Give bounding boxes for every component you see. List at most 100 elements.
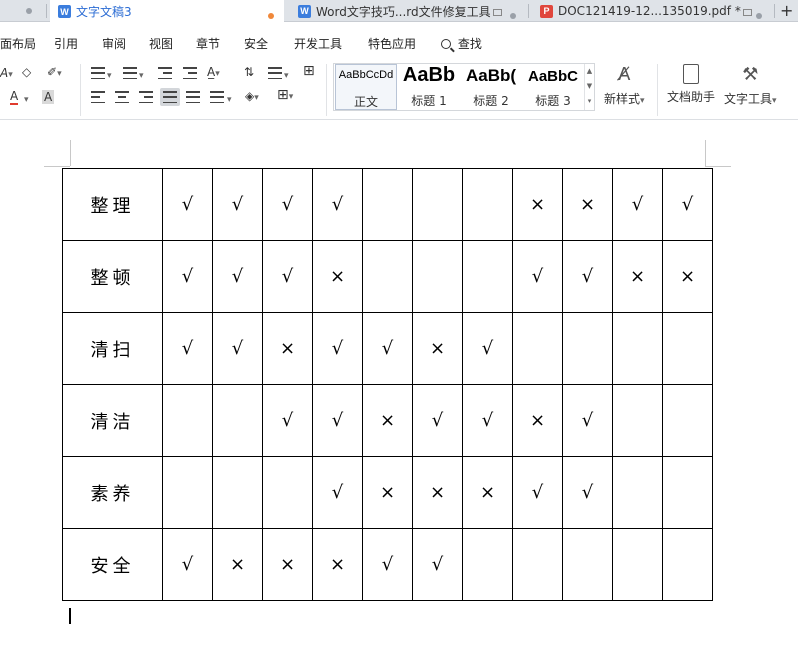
menu-review[interactable]: 审阅 — [102, 35, 126, 52]
new-tab-button[interactable]: + — [780, 1, 793, 20]
new-style-button[interactable]: A̸ 新样式▾ — [604, 64, 645, 107]
shading-fill-icon[interactable]: ◈▾ — [245, 89, 259, 105]
table-cell[interactable]: √ — [162, 240, 213, 313]
table-cell[interactable]: × — [312, 240, 363, 313]
table-cell[interactable]: √ — [212, 240, 263, 313]
table-cell[interactable] — [412, 168, 463, 241]
table-cell[interactable]: × — [412, 456, 463, 529]
table-cell[interactable]: √ — [362, 528, 413, 601]
table-cell[interactable] — [462, 240, 513, 313]
table-cell[interactable]: √ — [462, 312, 513, 385]
table-cell[interactable] — [212, 384, 263, 457]
unsaved-dot-icon[interactable] — [268, 13, 274, 19]
table-cell[interactable]: √ — [562, 456, 613, 529]
close-dot-icon[interactable] — [510, 13, 516, 19]
table-cell[interactable]: × — [662, 240, 713, 313]
table-cell[interactable]: √ — [612, 168, 663, 241]
table-cell[interactable]: √ — [562, 240, 613, 313]
table-cell[interactable] — [662, 384, 713, 457]
table-cell[interactable] — [412, 240, 463, 313]
style-heading-2[interactable]: AaBb( 标题 2 — [460, 64, 522, 110]
decrease-indent-icon[interactable] — [158, 67, 172, 79]
chevron-down-icon[interactable]: ▾ — [107, 69, 112, 83]
font-color-icon[interactable]: A — [10, 90, 19, 105]
menu-references[interactable]: 引用 — [54, 35, 78, 52]
checklist-table[interactable]: 整理 √ √ √ √ × × √ √ 整顿 √ √ √ × √ √ × × 清扫 √ √ × √ √ × √ 清洁 √ √ × √ √ × √ 素养… — [62, 168, 713, 601]
sort-icon[interactable]: ⇅ — [244, 65, 254, 79]
borders-icon[interactable]: ⊞▾ — [277, 88, 293, 104]
table-cell[interactable]: × — [362, 456, 413, 529]
menu-special-apps[interactable]: 特色应用 — [368, 35, 416, 52]
table-cell[interactable] — [462, 528, 513, 601]
tab-active-document[interactable]: W 文字文稿3 — [50, 0, 284, 23]
table-cell[interactable] — [162, 456, 213, 529]
style-heading-3[interactable]: AaBbC 标题 3 — [522, 64, 584, 110]
table-cell[interactable]: √ — [312, 384, 363, 457]
chevron-down-icon[interactable]: ▾ — [227, 93, 232, 107]
table-cell[interactable] — [362, 168, 413, 241]
menu-search[interactable]: 查找 — [441, 35, 482, 52]
row-label[interactable]: 素养 — [62, 456, 163, 529]
table-cell[interactable]: √ — [262, 168, 313, 241]
table-cell[interactable]: × — [612, 240, 663, 313]
table-cell[interactable]: × — [262, 528, 313, 601]
table-cell[interactable]: √ — [512, 240, 563, 313]
table-cell[interactable]: √ — [662, 168, 713, 241]
table-cell[interactable] — [262, 456, 313, 529]
table-cell[interactable]: × — [312, 528, 363, 601]
justify-icon[interactable] — [160, 88, 180, 106]
increase-indent-icon[interactable] — [183, 67, 197, 79]
row-label[interactable]: 清扫 — [62, 312, 163, 385]
table-cell[interactable]: √ — [412, 528, 463, 601]
align-left-icon[interactable] — [91, 91, 105, 103]
table-cell[interactable] — [562, 528, 613, 601]
chevron-down-icon[interactable]: ▾ — [284, 69, 289, 83]
text-tools-button[interactable]: ⚒ 文字工具▾ — [724, 64, 777, 107]
chevron-up-icon[interactable]: ▲ — [585, 64, 594, 79]
table-cell[interactable] — [662, 312, 713, 385]
distribute-icon[interactable] — [186, 91, 200, 103]
table-cell[interactable]: × — [412, 312, 463, 385]
table-cell[interactable]: √ — [162, 312, 213, 385]
table-cell[interactable] — [162, 384, 213, 457]
menu-view[interactable]: 视图 — [149, 35, 173, 52]
row-label[interactable]: 整顿 — [62, 240, 163, 313]
phonetic-guide-icon[interactable]: ✐▾ — [47, 65, 62, 81]
close-dot-icon[interactable] — [26, 8, 32, 14]
table-cell[interactable]: √ — [312, 312, 363, 385]
table-cell[interactable] — [512, 312, 563, 385]
tab-word-tips[interactable]: W Word文字技巧...rd文件修复工具 — [290, 0, 526, 22]
row-label[interactable]: 安全 — [62, 528, 163, 601]
menu-page-layout[interactable]: 面布局 — [0, 35, 36, 52]
style-normal[interactable]: AaBbCcDd 正文 — [335, 64, 397, 110]
table-cell[interactable]: √ — [312, 168, 363, 241]
expand-icon[interactable]: ▾ — [585, 94, 594, 109]
table-grid-icon[interactable]: ⊞ — [303, 64, 315, 78]
table-cell[interactable] — [612, 312, 663, 385]
tab-pdf[interactable]: P DOC121419-12...135019.pdf * — [532, 0, 772, 22]
clear-format-icon[interactable]: ◇ — [22, 65, 31, 79]
table-cell[interactable]: × — [562, 168, 613, 241]
table-cell[interactable] — [562, 312, 613, 385]
bullet-list-icon[interactable] — [91, 67, 105, 79]
table-cell[interactable] — [662, 528, 713, 601]
table-cell[interactable] — [212, 456, 263, 529]
chevron-down-icon[interactable]: ▾ — [139, 69, 144, 83]
table-cell[interactable] — [612, 456, 663, 529]
table-cell[interactable]: √ — [262, 384, 313, 457]
line-spacing-icon[interactable] — [210, 91, 224, 103]
font-size-grow-icon[interactable]: A▾ — [0, 66, 13, 82]
menu-security[interactable]: 安全 — [244, 35, 268, 52]
table-cell[interactable]: × — [462, 456, 513, 529]
table-cell[interactable] — [662, 456, 713, 529]
table-cell[interactable] — [612, 528, 663, 601]
align-center-icon[interactable] — [115, 91, 129, 103]
table-cell[interactable]: √ — [312, 456, 363, 529]
table-cell[interactable]: √ — [512, 456, 563, 529]
text-direction-icon[interactable]: A̲▾ — [207, 65, 220, 81]
doc-helper-button[interactable]: 文档助手 — [667, 64, 715, 105]
numbered-list-icon[interactable] — [123, 67, 137, 79]
table-cell[interactable]: √ — [212, 168, 263, 241]
tab-previous[interactable] — [0, 0, 44, 22]
chevron-down-icon[interactable]: ▼ — [585, 79, 594, 94]
